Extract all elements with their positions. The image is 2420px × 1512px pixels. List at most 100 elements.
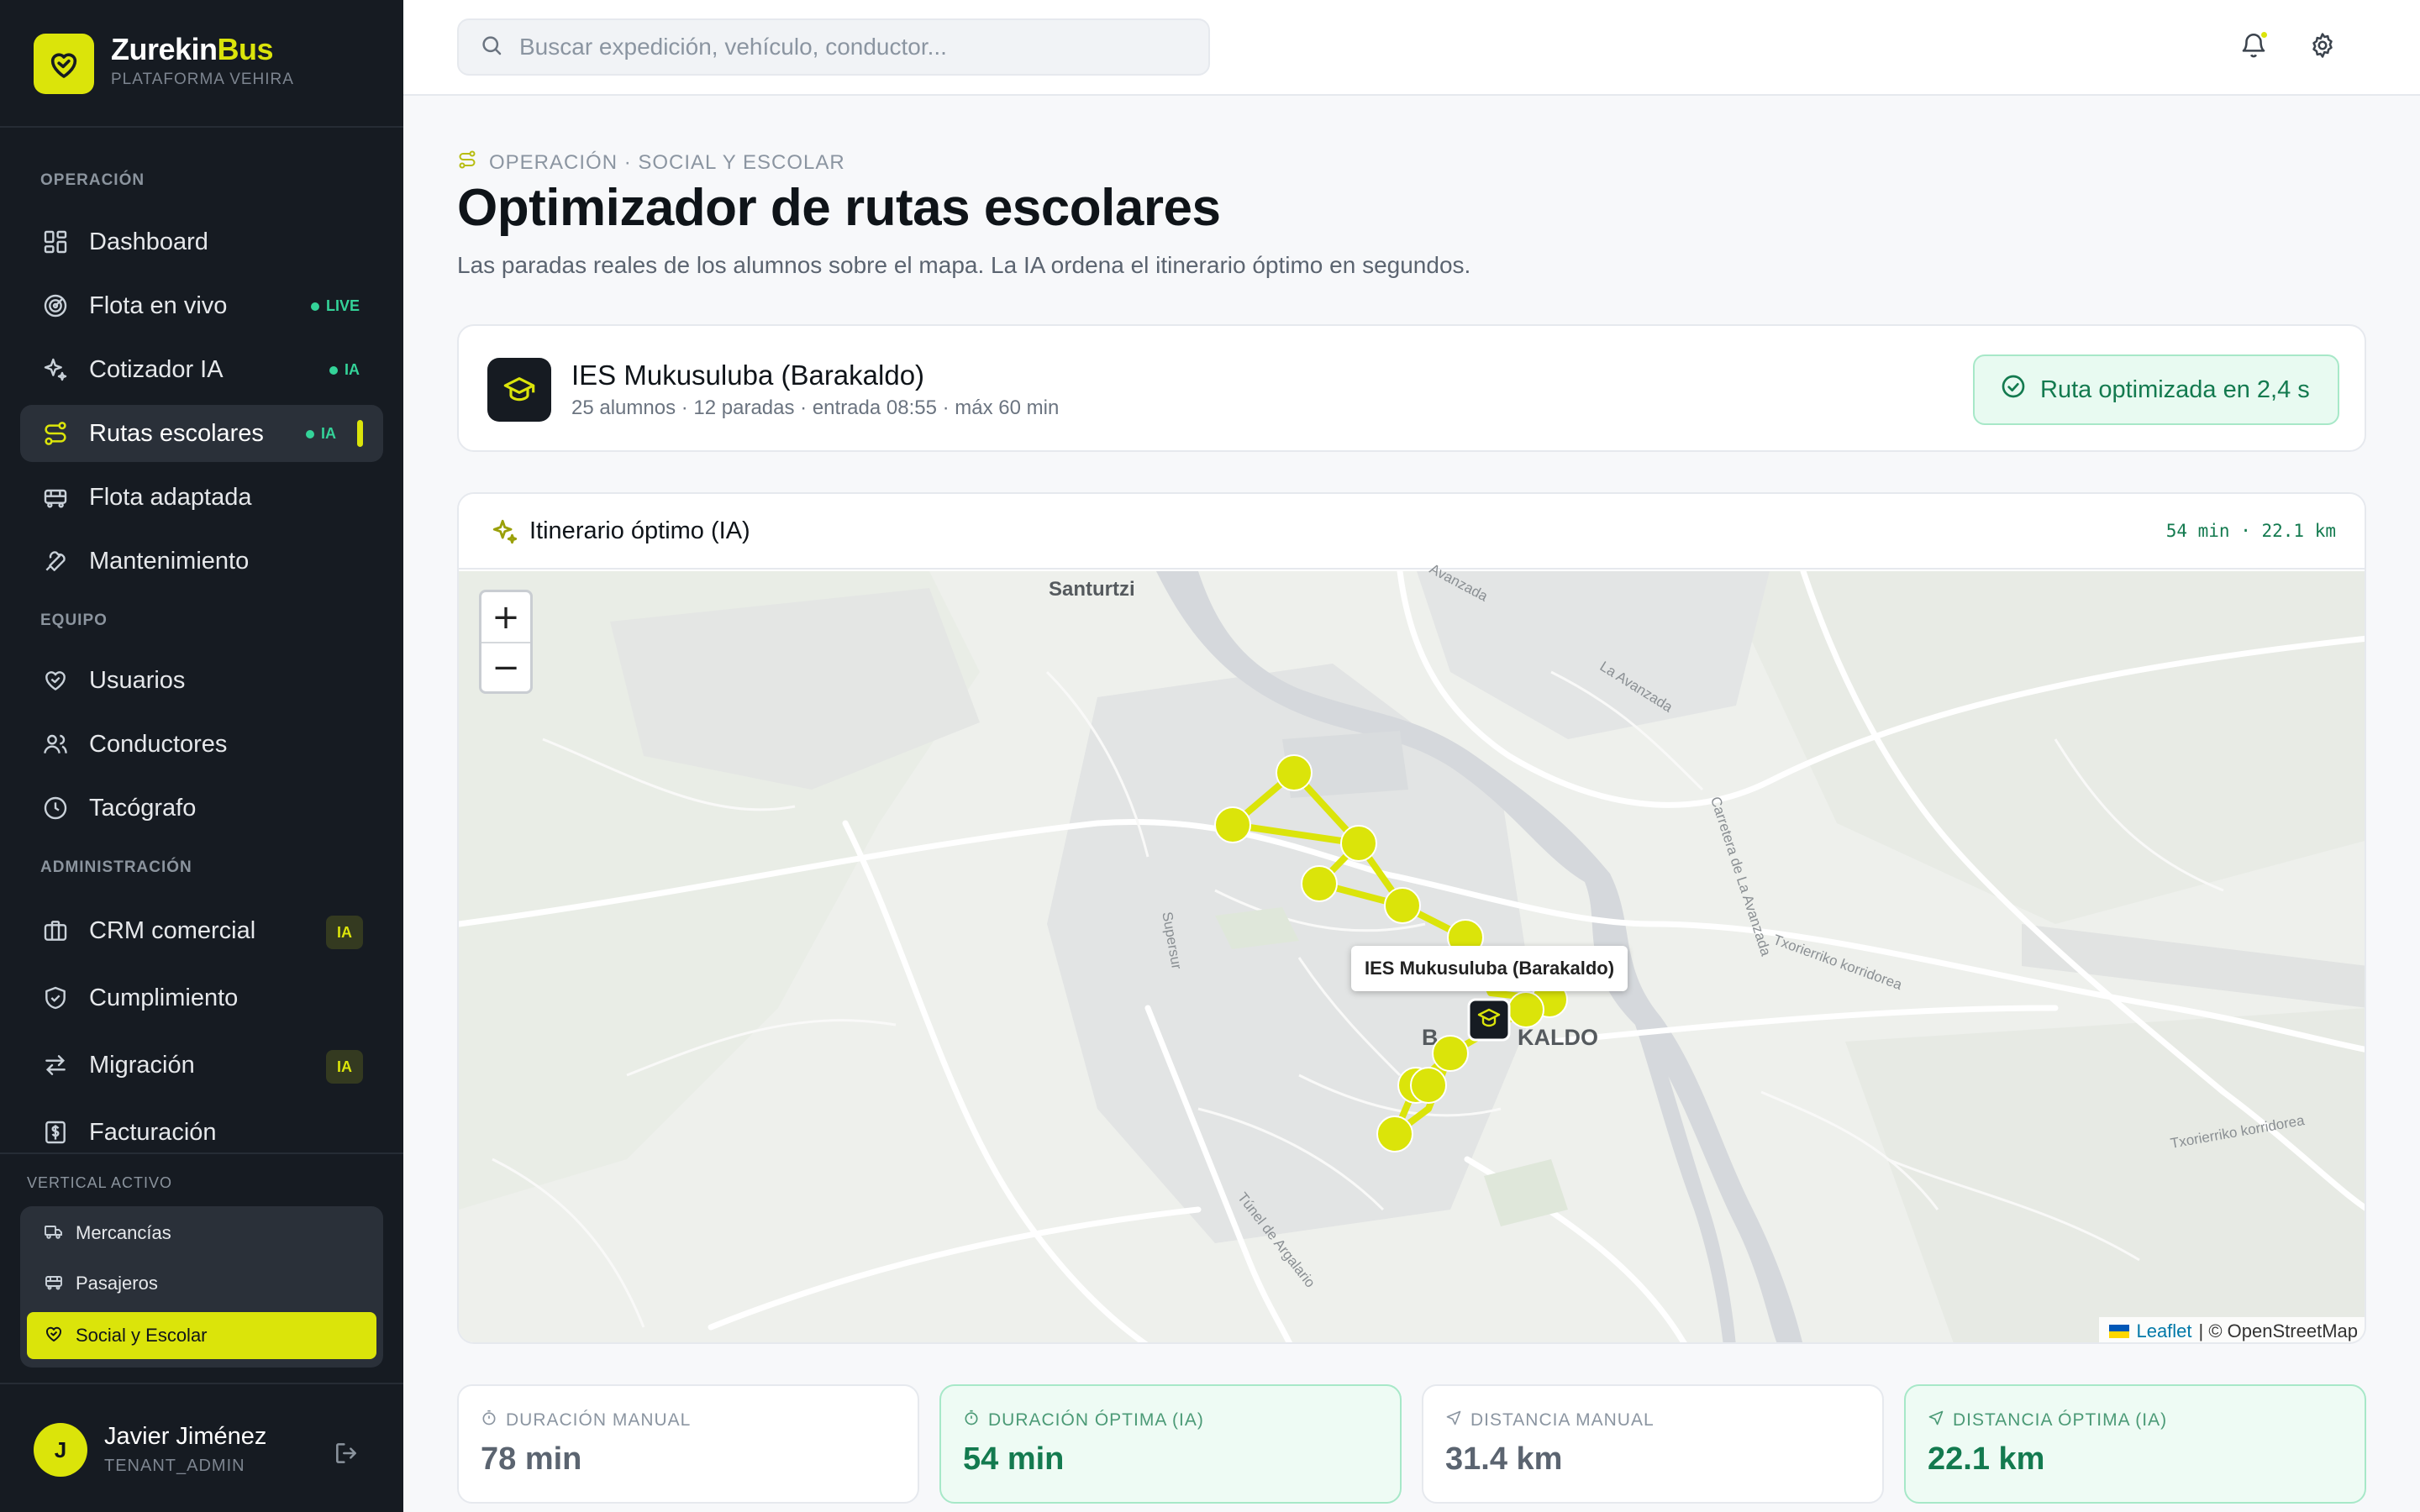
kpi-distancia-optima: DISTANCIA ÓPTIMA (IA) 22.1 km (1904, 1384, 2366, 1504)
wrench-icon (40, 546, 71, 576)
ia-chip: IA (326, 916, 363, 949)
avatar[interactable]: J (34, 1423, 87, 1477)
search-bar[interactable] (457, 18, 1210, 76)
sidebar-item-tacografo[interactable]: Tacógrafo (20, 780, 383, 837)
settings-button[interactable] (2302, 27, 2343, 67)
vertical-label: Mercancías (76, 1222, 171, 1243)
sidebar-item-dashboard[interactable]: Dashboard (20, 213, 383, 270)
sidebar-item-mantenimiento[interactable]: Mantenimiento (20, 533, 383, 590)
kpi-value: 78 min (481, 1441, 582, 1477)
sidebar-item-label: Rutas escolares (89, 419, 264, 447)
radar-icon (40, 291, 71, 321)
receipt-icon (40, 1117, 71, 1147)
gear-icon (2308, 31, 2337, 64)
sidebar-item-label: Tacógrafo (89, 794, 197, 822)
sidebar-item-rutas-escolares[interactable]: Rutas escolares IA (20, 405, 383, 462)
heart-hand-icon (44, 1324, 64, 1348)
logout-icon[interactable] (329, 1436, 363, 1470)
kpi-row: DURACIÓN MANUAL 78 min DURACIÓN ÓPTIMA (… (457, 1384, 2366, 1504)
kpi-value: 22.1 km (1928, 1441, 2045, 1477)
place-label: KALDO (1518, 1025, 1598, 1050)
sidebar-item-migracion[interactable]: Migración IA (20, 1037, 383, 1094)
kpi-label: DISTANCIA ÓPTIMA (IA) (1928, 1410, 2167, 1431)
sidebar-item-label: Facturación (89, 1118, 217, 1146)
timer-icon (481, 1410, 497, 1431)
sidebar-item-label: Migración (89, 1051, 195, 1079)
sidebar-item-flota-en-vivo[interactable]: Flota en vivo LIVE (20, 277, 383, 334)
sparkles-icon (40, 354, 71, 385)
ia-chip: IA (326, 1050, 363, 1084)
leaflet-link[interactable]: Leaflet (2136, 1320, 2191, 1342)
vertical-pasajeros[interactable]: Pasajeros (27, 1260, 376, 1307)
map-attribution: Leaflet | © OpenStreetMap (2099, 1317, 2365, 1342)
sidebar-item-label: Mantenimiento (89, 547, 250, 575)
sidebar-item-label: Dashboard (89, 228, 208, 255)
timer-icon (963, 1410, 980, 1431)
vertical-label: Social y Escolar (76, 1325, 208, 1346)
brand-logo-icon[interactable] (34, 34, 94, 94)
place-label: Santurtzi (1049, 578, 1135, 601)
heart-hand-icon (40, 665, 71, 696)
route-icon (40, 418, 71, 449)
bus-icon (40, 482, 71, 512)
map-canvas[interactable]: + − Santurtzi B KALDO Avanzada La Avanza… (459, 560, 2365, 1342)
sidebar-item-crm-comercial[interactable]: CRM comercial IA (20, 902, 383, 959)
notifications-button[interactable] (2233, 27, 2274, 67)
sparkles-icon (491, 517, 519, 550)
ia-dot-icon (329, 365, 338, 375)
ia-badge: IA (329, 361, 360, 379)
itinerary-map-card: Itinerario óptimo (IA) 54 min · 22.1 km (457, 492, 2366, 1344)
sidebar-item-label: Conductores (89, 730, 228, 758)
kpi-duracion-optima: DURACIÓN ÓPTIMA (IA) 54 min (939, 1384, 1402, 1504)
kpi-label: DURACIÓN ÓPTIMA (IA) (963, 1410, 1204, 1431)
navigation-icon (1445, 1410, 1462, 1431)
arrows-icon (40, 1050, 71, 1080)
user-panel: J Javier Jiménez TENANT_ADMIN (0, 1383, 403, 1512)
breadcrumb: OPERACIÓN · SOCIAL Y ESCOLAR (457, 150, 845, 176)
kpi-distancia-manual: DISTANCIA MANUAL 31.4 km (1422, 1384, 1884, 1504)
kpi-value: 31.4 km (1445, 1441, 1563, 1477)
sidebar-item-flota-adaptada[interactable]: Flota adaptada (20, 469, 383, 526)
zoom-in-button[interactable]: + (481, 592, 530, 642)
sidebar-item-label: Flota en vivo (89, 291, 228, 319)
brand-name: ZurekinBus (111, 32, 274, 66)
sidebar: ZurekinBus PLATAFORMA VEHIRA OPERACIÓN D… (0, 0, 403, 1512)
navigation-icon (1928, 1410, 1944, 1431)
vertical-social-escolar[interactable]: Social y Escolar (27, 1312, 376, 1359)
vertical-options: Mercancías Pasajeros Social y Escolar (20, 1206, 383, 1368)
nav-section-operacion: OPERACIÓN (40, 171, 145, 189)
search-icon (479, 33, 504, 62)
active-indicator (357, 420, 363, 447)
sidebar-item-usuarios[interactable]: Usuarios (20, 652, 383, 709)
user-name: Javier Jiménez (104, 1423, 267, 1450)
kpi-label: DURACIÓN MANUAL (481, 1410, 691, 1431)
kpi-label: DISTANCIA MANUAL (1445, 1410, 1655, 1431)
sidebar-item-cumplimiento[interactable]: Cumplimiento (20, 969, 383, 1026)
kpi-duracion-manual: DURACIÓN MANUAL 78 min (457, 1384, 919, 1504)
brand: ZurekinBus PLATAFORMA VEHIRA (0, 0, 403, 128)
kpi-value: 54 min (963, 1441, 1065, 1477)
grid-icon (40, 227, 71, 257)
sidebar-item-label: Cumplimiento (89, 984, 239, 1011)
live-badge: LIVE (310, 297, 360, 315)
vertical-switcher: VERTICAL ACTIVO Mercancías Pasajeros Soc… (0, 1152, 403, 1381)
route-icon (457, 150, 477, 176)
ukraine-flag-icon (2109, 1325, 2130, 1338)
optimized-badge-text: Ruta optimizada en 2,4 s (2040, 375, 2310, 403)
school-meta: 25 alumnos · 12 paradas · entrada 08:55 … (571, 396, 1060, 419)
search-input[interactable] (519, 34, 1192, 60)
briefcase-icon (40, 916, 71, 946)
zoom-out-button[interactable]: − (481, 642, 530, 691)
live-dot-icon (310, 302, 319, 311)
nav-section-equipo: EQUIPO (40, 612, 108, 629)
page-subtitle: Las paradas reales de los alumnos sobre … (457, 252, 1471, 278)
vertical-title: VERTICAL ACTIVO (27, 1174, 173, 1191)
vertical-mercancias[interactable]: Mercancías (27, 1210, 376, 1257)
truck-icon (44, 1221, 64, 1246)
sidebar-item-conductores[interactable]: Conductores (20, 716, 383, 773)
sidebar-item-label: Usuarios (89, 666, 186, 694)
route-stats: 54 min · 22.1 km (2165, 521, 2336, 541)
sidebar-item-cotizador-ia[interactable]: Cotizador IA IA (20, 341, 383, 398)
school-name: IES Mukusuluba (Barakaldo) (571, 360, 925, 391)
brand-subtitle: PLATAFORMA VEHIRA (111, 71, 294, 88)
